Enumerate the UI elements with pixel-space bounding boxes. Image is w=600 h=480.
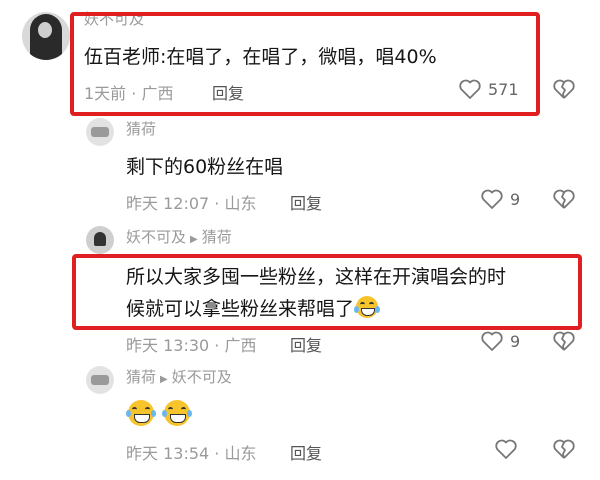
meta-separator: · (209, 336, 225, 355)
broken-heart-icon (552, 438, 576, 460)
reply-to-username[interactable]: 妖不可及 (172, 368, 232, 386)
heart-icon (480, 188, 504, 210)
like-count: 9 (510, 189, 521, 209)
dislike-button[interactable] (552, 78, 576, 100)
avatar[interactable] (86, 118, 114, 146)
comment-location: 广西 (141, 84, 174, 103)
emoji-comment (126, 400, 198, 427)
comment-time: 昨天 12:07 (126, 194, 210, 213)
laughing-tears-emoji (162, 400, 192, 426)
username-reply-chain: 妖不可及 ▶ 猜荷 (126, 226, 232, 247)
username[interactable]: 猜荷 (126, 118, 156, 139)
meta-separator: · (209, 444, 225, 463)
comment-time: 昨天 13:30 (126, 336, 210, 355)
like-count: 571 (488, 79, 519, 99)
reply-to-username[interactable]: 猜荷 (202, 228, 232, 246)
comment-location: 山东 (224, 444, 257, 463)
reply-button[interactable]: 回复 (290, 332, 322, 356)
like-button[interactable]: 9 (480, 188, 520, 210)
like-button[interactable]: 571 (458, 78, 519, 100)
broken-heart-icon (552, 188, 576, 210)
reply-arrow-icon: ▶ (160, 374, 168, 385)
dislike-button[interactable] (552, 330, 576, 352)
meta-separator: · (126, 84, 142, 103)
comment-location: 广西 (224, 336, 257, 355)
like-button[interactable]: 9 (480, 330, 520, 352)
comment-location: 山东 (224, 194, 257, 213)
comment-text: 候就可以拿些粉丝来帮唱了 (126, 298, 355, 320)
reply-button[interactable]: 回复 (212, 80, 244, 104)
dislike-button[interactable] (552, 438, 576, 460)
reply-arrow-icon: ▶ (190, 234, 198, 245)
laughing-tears-emoji (354, 296, 381, 318)
username[interactable]: 猜荷 (126, 368, 156, 386)
reply-button[interactable]: 回复 (290, 190, 322, 214)
comment-text: 剩下的60粉丝在唱 (126, 156, 284, 178)
heart-icon (480, 330, 504, 352)
avatar[interactable] (86, 366, 114, 394)
comment-meta: 1天前 · 广西 (84, 80, 173, 104)
heart-icon (458, 78, 482, 100)
username-reply-chain: 猜荷 ▶ 妖不可及 (126, 366, 232, 387)
avatar[interactable] (22, 12, 70, 60)
comment-text-line2: 候就可以拿些粉丝来帮唱了 (126, 294, 381, 321)
comment-meta: 昨天 12:07 · 山东 (126, 190, 256, 214)
comment-text-line1: 所以大家多囤一些粉丝，这样在开演唱会的时 (126, 266, 507, 288)
broken-heart-icon (552, 78, 576, 100)
meta-separator: · (209, 194, 225, 213)
comment-text: 伍百老师:在唱了，在唱了，微唱，唱40% (84, 46, 437, 68)
username[interactable]: 妖不可及 (126, 228, 186, 246)
laughing-tears-emoji (126, 400, 156, 426)
comment-meta: 昨天 13:54 · 山东 (126, 440, 256, 464)
comment-time: 昨天 13:54 (126, 444, 210, 463)
heart-icon (494, 438, 518, 460)
comment-section: 妖不可及 伍百老师:在唱了，在唱了，微唱，唱40% 1天前 · 广西 回复 57… (0, 0, 600, 480)
comment-meta: 昨天 13:30 · 广西 (126, 332, 256, 356)
comment-time: 1天前 (84, 84, 127, 103)
reply-button[interactable]: 回复 (290, 440, 322, 464)
dislike-button[interactable] (552, 188, 576, 210)
like-count: 9 (510, 331, 521, 351)
like-button[interactable] (494, 438, 518, 460)
broken-heart-icon (552, 330, 576, 352)
username[interactable]: 妖不可及 (84, 8, 144, 29)
avatar[interactable] (86, 226, 114, 254)
